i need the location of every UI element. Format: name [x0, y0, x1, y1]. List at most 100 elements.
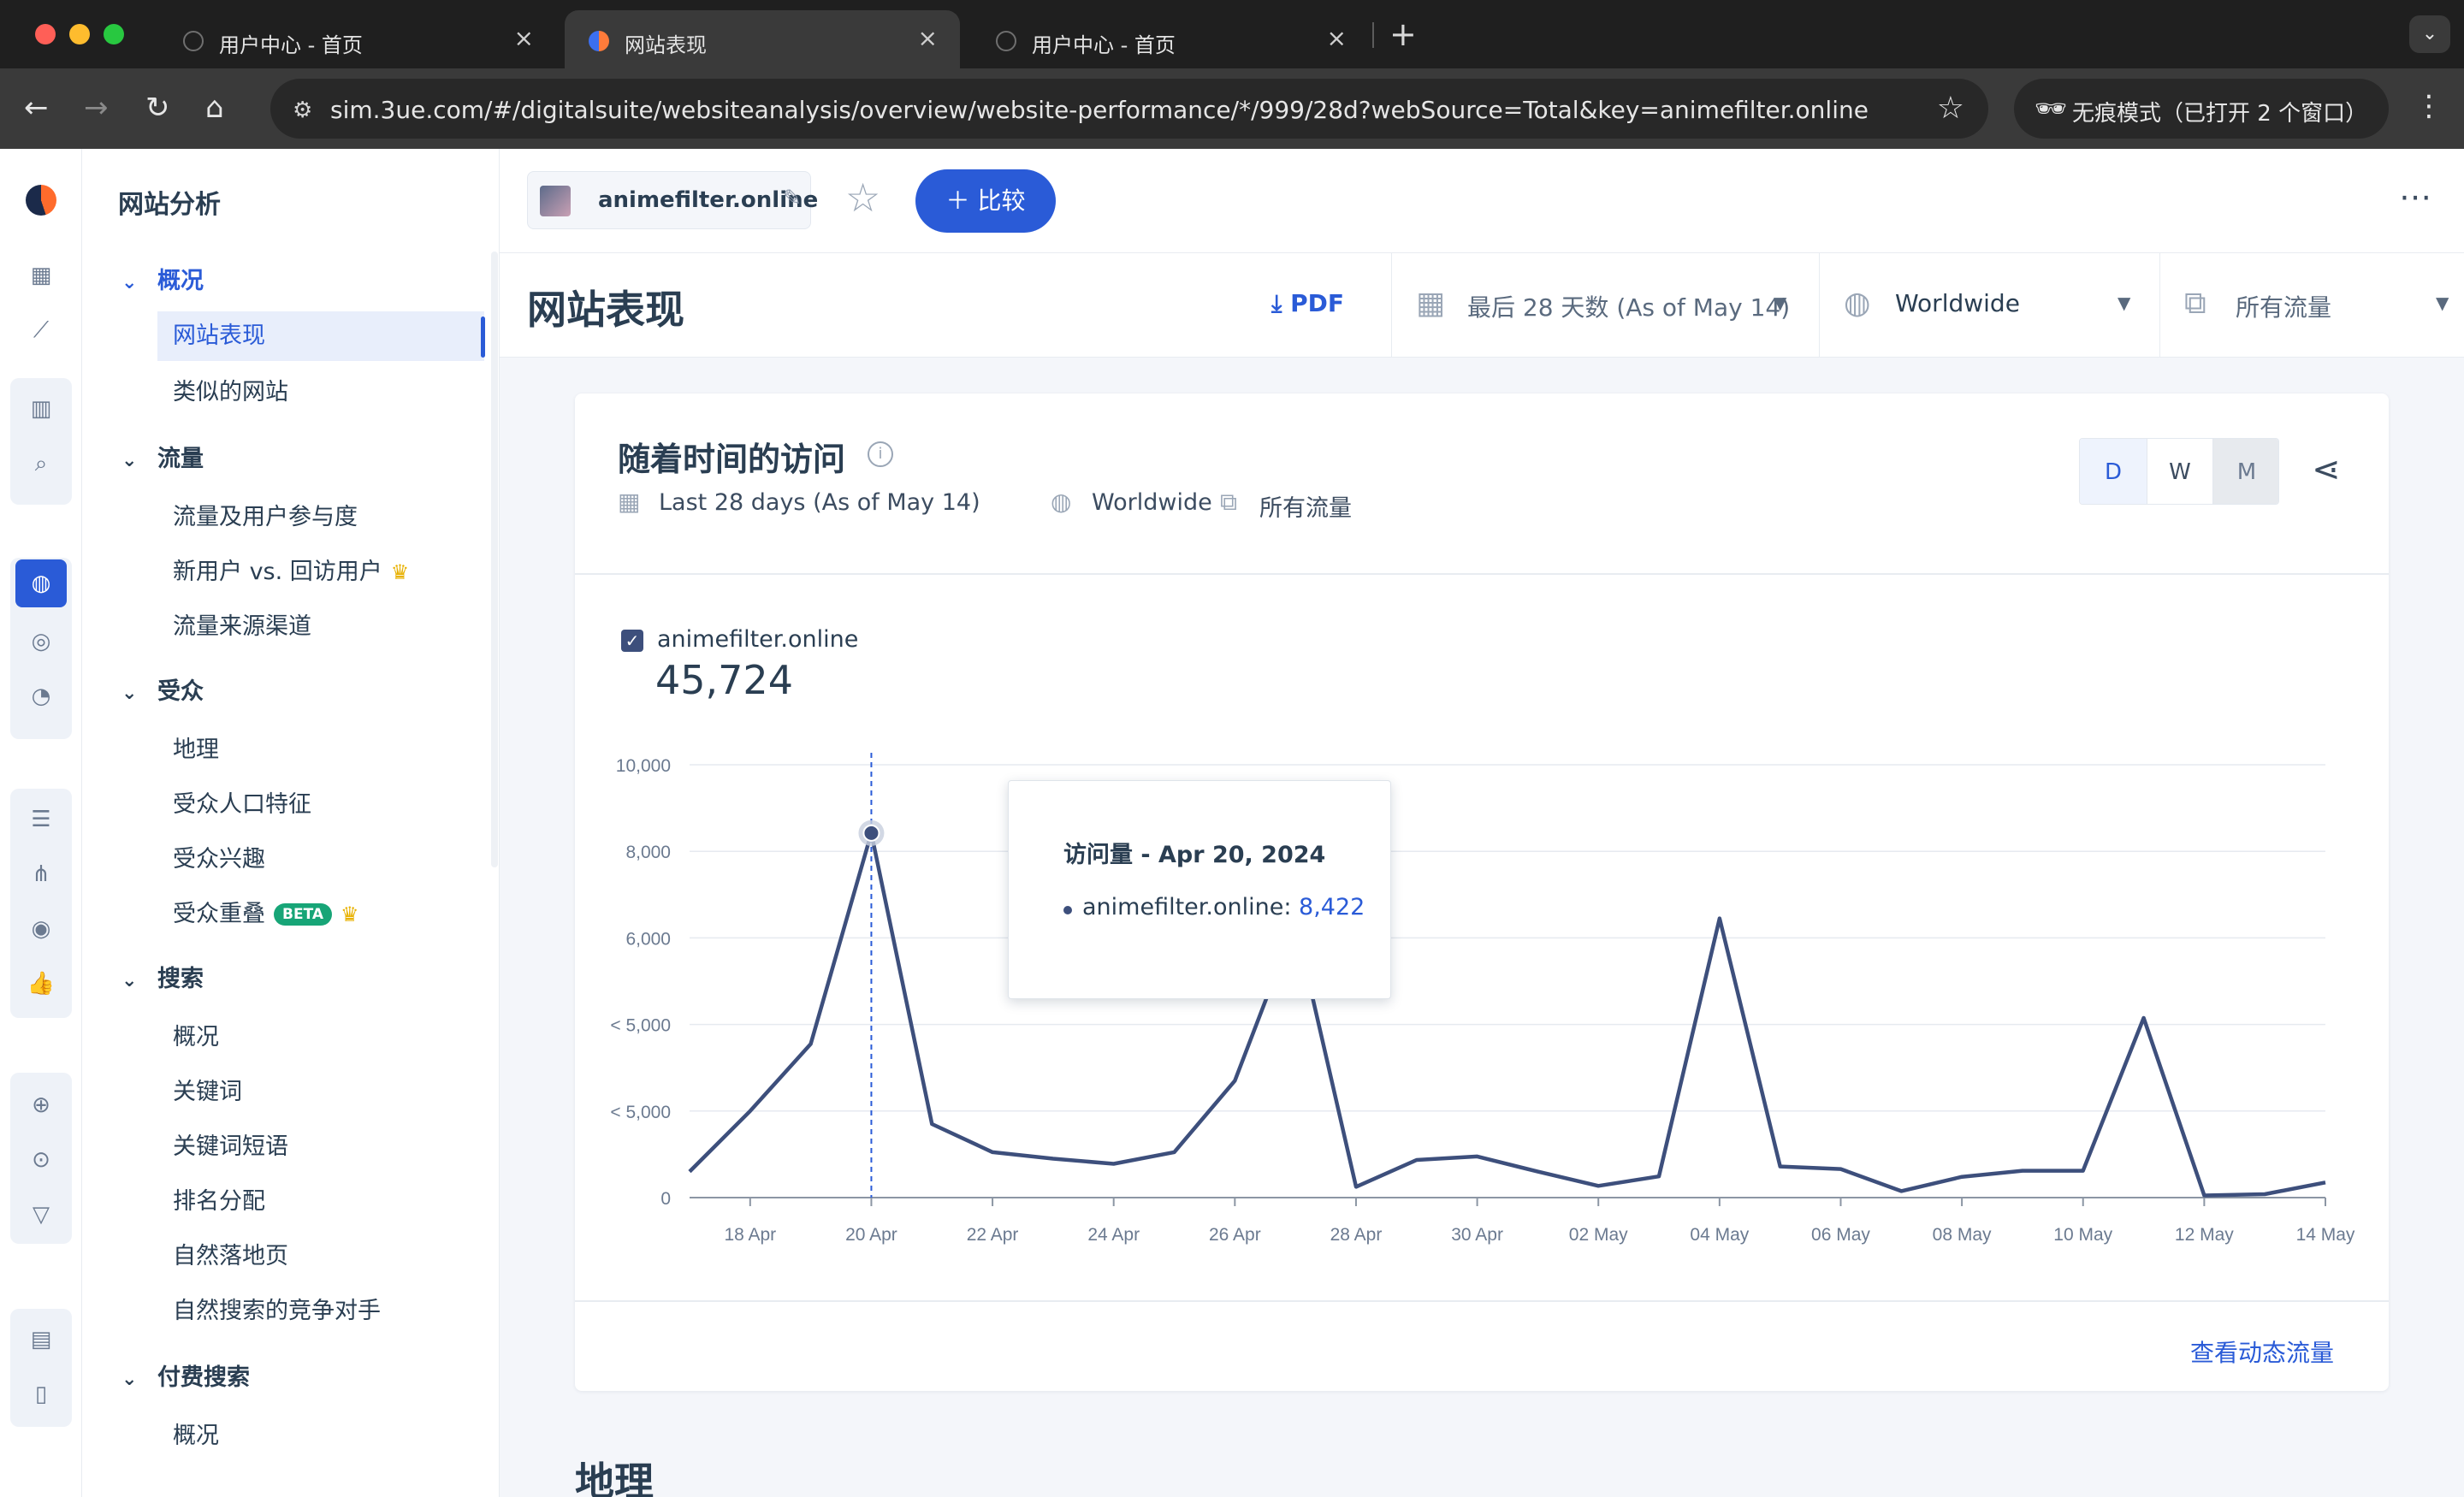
region-filter[interactable]: ◍ Worldwide ▼ — [1819, 253, 2159, 358]
sidebar-item-organic-landing[interactable]: 自然落地页 — [173, 1237, 288, 1270]
y-tick-label: 8,000 — [625, 843, 671, 862]
maximize-window-button[interactable] — [104, 24, 124, 44]
site-settings-icon[interactable]: ⚙ — [293, 98, 312, 123]
tab-favicon-icon — [589, 31, 609, 51]
sidebar-section-traffic[interactable]: ⌄ 流量 — [121, 440, 204, 473]
site-selector[interactable]: animefilter.online ✎ — [527, 171, 818, 229]
browser-tab-strip: 用户中心 - 首页 × 网站表现 × 用户中心 - 首页 × + ⌄ — [0, 0, 2464, 68]
main-content: animefilter.online ✎ ☆ ＋ 比较 ⋯ 网站表现 ⤓ PDF… — [500, 149, 2464, 1497]
compare-button[interactable]: ＋ 比较 — [915, 169, 1056, 233]
caret-down-icon: ▼ — [1774, 293, 1787, 313]
minimize-window-button[interactable] — [69, 24, 90, 44]
tab-title: 用户中心 - 首页 — [219, 33, 363, 57]
date-range-label: 最后 28 天数 (As of May 14) — [1467, 293, 1791, 322]
caret-down-icon: ▼ — [2436, 293, 2449, 313]
home-icon[interactable]: ⌂ — [205, 89, 224, 127]
browser-tab-3[interactable]: 用户中心 - 首页 × — [972, 10, 1369, 68]
trend-line-icon[interactable]: ⟋ — [26, 315, 56, 346]
back-arrow-icon[interactable]: ← — [24, 89, 49, 127]
target-icon[interactable]: ◉ — [26, 914, 56, 944]
sidebar-item-traffic-engagement[interactable]: 流量及用户参与度 — [173, 498, 358, 531]
sidebar-item-search-overview[interactable]: 概况 — [173, 1018, 219, 1051]
view-traffic-link[interactable]: 查看动态流量 — [2190, 1334, 2334, 1369]
caret-down-icon: ▼ — [2118, 293, 2131, 313]
sidebar-item-rank-distribution[interactable]: 排名分配 — [173, 1182, 265, 1216]
network-icon[interactable]: ⋔ — [26, 859, 56, 890]
thumbs-up-icon[interactable]: 👍 — [26, 968, 56, 999]
tab-search-chevron-icon[interactable]: ⌄ — [2409, 15, 2450, 53]
sidebar-item-new-vs-returning[interactable]: 新用户 vs. 回访用户 ♛ — [173, 553, 409, 586]
sidebar-section-audience[interactable]: ⌄ 受众 — [121, 672, 204, 706]
close-window-button[interactable] — [35, 24, 56, 44]
globe-search-icon[interactable]: ⊕ — [26, 1090, 56, 1121]
sidebar-item-keywords[interactable]: 关键词 — [173, 1073, 242, 1106]
list-search-icon[interactable]: ☰ — [26, 804, 56, 835]
pencil-edit-icon[interactable]: ✎ — [783, 186, 802, 211]
tab-close-icon[interactable]: × — [918, 24, 938, 52]
y-tick-label: < 5,000 — [610, 1016, 671, 1036]
browser-tab-2[interactable]: 网站表现 × — [565, 10, 960, 68]
sidebar-item-geography[interactable]: 地理 — [173, 731, 219, 764]
forward-arrow-icon[interactable]: → — [84, 89, 109, 127]
series-line — [688, 831, 2326, 1198]
sidebar-item-traffic-channels[interactable]: 流量来源渠道 — [173, 607, 311, 641]
mobile-device-icon[interactable]: ▯ — [26, 1379, 56, 1410]
tooltip-title: 访问量 - Apr 20, 2024 — [1063, 842, 1326, 868]
sidebar-item-audience-overlap[interactable]: 受众重叠 BETA ♛ — [173, 895, 359, 928]
pie-chart-icon[interactable]: ◔ — [26, 681, 56, 712]
kebab-menu-icon[interactable]: ⋮ — [2414, 89, 2443, 123]
x-tick-label: 20 Apr — [845, 1225, 897, 1245]
crown-icon: ♛ — [341, 902, 359, 926]
bookmark-star-icon[interactable]: ☆ — [1937, 91, 1964, 126]
globe-icon: ◍ — [1844, 286, 1871, 321]
search-doc-icon[interactable]: ⌕ — [26, 448, 56, 479]
filter-funnel-icon[interactable]: ▽ — [26, 1199, 56, 1230]
x-tick-label: 06 May — [1811, 1225, 1870, 1245]
visits-line-chart[interactable]: 0 < 5,000 < 5,000 6,000 8,000 10,000 18 Apr 20 … — [575, 393, 2389, 1317]
address-bar[interactable]: ⚙ sim.3ue.com/#/digitalsuite/websiteanal… — [270, 79, 1988, 139]
browser-tab-1[interactable]: 用户中心 - 首页 × — [159, 10, 556, 68]
sidebar-item-website-performance[interactable]: 网站表现 — [157, 311, 484, 361]
sidebar-item-organic-competitors[interactable]: 自然搜索的竞争对手 — [173, 1292, 381, 1325]
tooltip-value-line: animefilter.online: 8,422 — [1082, 894, 1365, 920]
tab-close-icon[interactable]: × — [1327, 24, 1347, 52]
date-range-filter[interactable]: ▦ 最后 28 天数 (As of May 14) ▼ — [1391, 253, 1819, 358]
new-tab-icon[interactable]: + — [1389, 15, 1417, 53]
more-options-icon[interactable]: ⋯ — [2399, 178, 2431, 216]
y-tick-label: 0 — [660, 1189, 671, 1209]
pdf-download-button[interactable]: ⤓ PDF — [1271, 289, 1344, 318]
bar-chart-icon[interactable]: ▥ — [26, 393, 56, 424]
x-tick-label: 10 May — [2053, 1225, 2112, 1245]
tab-title: 网站表现 — [625, 33, 707, 57]
tab-title: 用户中心 - 首页 — [1032, 33, 1176, 57]
x-tick-label: 26 Apr — [1209, 1225, 1261, 1245]
crown-icon: ♛ — [390, 560, 410, 584]
active-indicator — [481, 317, 485, 358]
favorite-star-icon[interactable]: ☆ — [845, 175, 880, 221]
page-title: 网站表现 — [527, 287, 684, 333]
sidebar-item-demographics[interactable]: 受众人口特征 — [173, 785, 311, 819]
sidebar-section-overview[interactable]: ⌄ 概况 — [121, 262, 204, 295]
chart-tooltip: 访问量 - Apr 20, 2024 animefilter.online: 8… — [1008, 780, 1391, 999]
sidebar-section-search[interactable]: ⌄ 搜索 — [121, 960, 204, 993]
sidebar-item-paid-overview[interactable]: 概况 — [173, 1417, 219, 1450]
url-text[interactable]: sim.3ue.com/#/digitalsuite/websiteanalys… — [330, 96, 1869, 124]
app-logo-icon[interactable] — [26, 185, 56, 216]
reload-icon[interactable]: ↻ — [145, 89, 170, 127]
sidebar-item-similar-sites[interactable]: 类似的网站 — [173, 373, 288, 406]
traffic-source-filter[interactable]: ⧉ 所有流量 ▼ — [2159, 253, 2464, 358]
globe-icon[interactable]: ◍ — [15, 559, 67, 607]
tab-close-icon[interactable]: × — [514, 24, 534, 52]
report-chart-icon[interactable]: ▤ — [26, 1324, 56, 1355]
region-label: Worldwide — [1895, 289, 2020, 317]
incognito-indicator[interactable]: 🕶 无痕模式（已打开 2 个窗口） — [2014, 79, 2389, 139]
globe-grid-icon[interactable]: ◎ — [26, 626, 56, 657]
x-tick-label: 24 Apr — [1087, 1225, 1140, 1245]
sidebar-item-interests[interactable]: 受众兴趣 — [173, 840, 265, 873]
dashboard-grid-icon[interactable]: ▦ — [26, 260, 56, 291]
sidebar-scrollbar[interactable] — [491, 251, 498, 867]
magnifier-icon[interactable]: ⊙ — [26, 1145, 56, 1175]
sidebar-section-paid-search[interactable]: ⌄ 付费搜索 — [121, 1358, 250, 1392]
geography-section-title: 地理 — [575, 1459, 654, 1497]
sidebar-item-keyword-phrases[interactable]: 关键词短语 — [173, 1127, 288, 1161]
